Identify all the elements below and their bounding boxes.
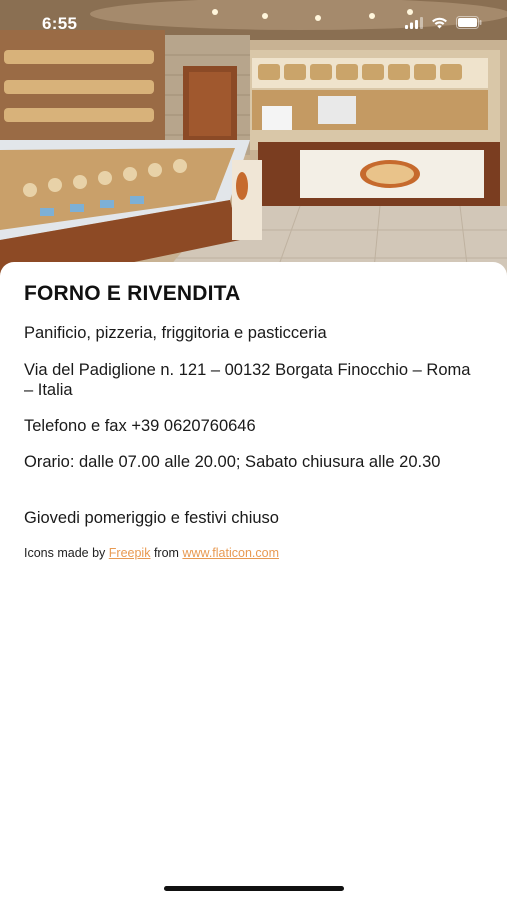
- status-icons: [405, 16, 483, 34]
- closed-days-text: Giovedi pomeriggio e festivi chiuso: [24, 509, 279, 527]
- hours-text: Orario: dalle 07.00 alle 20.00; Sabato c…: [24, 453, 441, 471]
- info-sheet: FORNO E RIVENDITA Panificio, pizzeria, f…: [0, 262, 507, 900]
- phone-text: Telefono e fax +39 0620760646: [24, 417, 256, 435]
- battery-icon: [456, 16, 483, 34]
- credit-prefix: Icons made by: [24, 546, 106, 560]
- credit-middle: from: [153, 546, 179, 560]
- icon-credit: Icons made by Freepik from www.flaticon.…: [24, 546, 279, 560]
- status-bar: 6:55: [0, 0, 507, 46]
- wifi-icon: [431, 16, 448, 34]
- home-indicator[interactable]: [164, 886, 344, 891]
- address-text: Via del Padiglione n. 121 – 00132 Borgat…: [24, 361, 471, 399]
- flaticon-link[interactable]: www.flaticon.com: [182, 546, 279, 560]
- status-time: 6:55: [42, 14, 78, 33]
- page-title: FORNO E RIVENDITA: [24, 282, 241, 305]
- freepik-link[interactable]: Freepik: [109, 546, 151, 560]
- description-text: Panificio, pizzeria, friggitoria e pasti…: [24, 324, 327, 342]
- signal-icon: [405, 16, 423, 34]
